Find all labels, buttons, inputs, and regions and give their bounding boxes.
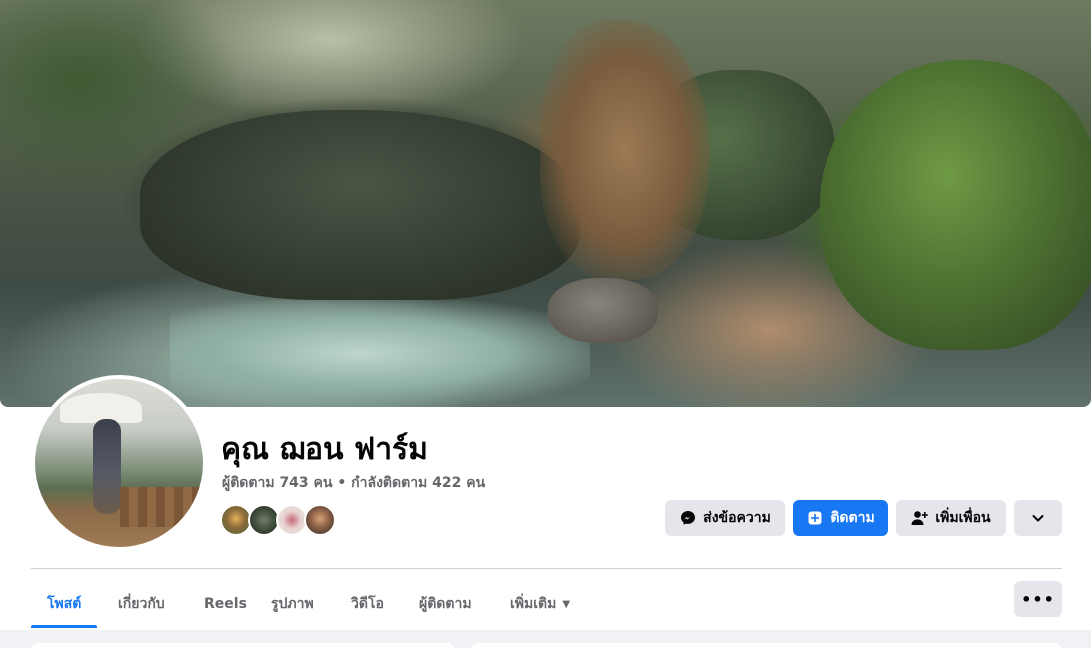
tab-reels[interactable]: Reels xyxy=(188,580,263,628)
follower-avatar[interactable] xyxy=(304,504,336,536)
profile-page: คุณ ฌอน ฟาร์ม ผู้ติดตาม 743 คน • กำลังติ… xyxy=(0,0,1091,648)
send-message-button[interactable]: ส่งข้อความ xyxy=(665,500,785,536)
tab-label: รูปภาพ xyxy=(271,596,314,612)
messenger-icon xyxy=(679,509,697,527)
tab-label: Reels xyxy=(204,596,247,612)
tab-videos[interactable]: วิดีโอ xyxy=(335,580,400,628)
profile-divider xyxy=(31,568,1062,569)
tab-about[interactable]: เกี่ยวกับ xyxy=(102,580,181,628)
follow-icon xyxy=(806,509,824,527)
tab-posts[interactable]: โพสต์ xyxy=(31,580,98,628)
post-composer-card xyxy=(471,643,1062,648)
send-message-label: ส่งข้อความ xyxy=(703,510,771,526)
caret-down-icon: ▼ xyxy=(562,598,571,610)
more-options-button[interactable] xyxy=(1014,500,1062,536)
follow-button[interactable]: ติดตาม xyxy=(793,500,888,536)
cover-mossy-rock xyxy=(820,60,1091,350)
add-friend-icon xyxy=(911,509,929,527)
profile-picture xyxy=(35,379,203,547)
tab-label: ผู้ติดตาม xyxy=(419,596,472,612)
cover-water xyxy=(170,300,590,407)
profile-avatar[interactable] xyxy=(31,375,207,551)
follow-stats[interactable]: ผู้ติดตาม 743 คน • กำลังติดตาม 422 คน xyxy=(222,474,485,492)
follower-avatars xyxy=(220,504,336,536)
tab-label: วิดีโอ xyxy=(351,596,384,612)
avatar-table xyxy=(120,487,203,527)
tab-label: เพิ่มเติม xyxy=(510,596,557,612)
add-friend-label: เพิ่มเพื่อน xyxy=(935,510,991,526)
tab-label: เกี่ยวกับ xyxy=(118,596,165,612)
tab-followers[interactable]: ผู้ติดตาม xyxy=(403,580,488,628)
cover-rock xyxy=(140,110,580,300)
tab-more[interactable]: เพิ่มเติม ▼ xyxy=(494,580,586,628)
cover-dry-leaves xyxy=(540,20,710,280)
cover-photo[interactable] xyxy=(0,0,1091,407)
tab-label: โพสต์ xyxy=(47,596,82,612)
follow-label: ติดตาม xyxy=(830,510,875,526)
cover-stone xyxy=(548,278,658,343)
profile-overflow-button[interactable]: ••• xyxy=(1014,581,1062,617)
tab-photos[interactable]: รูปภาพ xyxy=(255,580,330,628)
intro-card xyxy=(31,643,455,648)
chevron-down-icon xyxy=(1029,509,1047,527)
profile-name: คุณ ฌอน ฟาร์ม xyxy=(221,432,428,467)
more-dots-icon: ••• xyxy=(1021,589,1055,609)
avatar-person xyxy=(93,419,121,514)
add-friend-button[interactable]: เพิ่มเพื่อน xyxy=(896,500,1006,536)
